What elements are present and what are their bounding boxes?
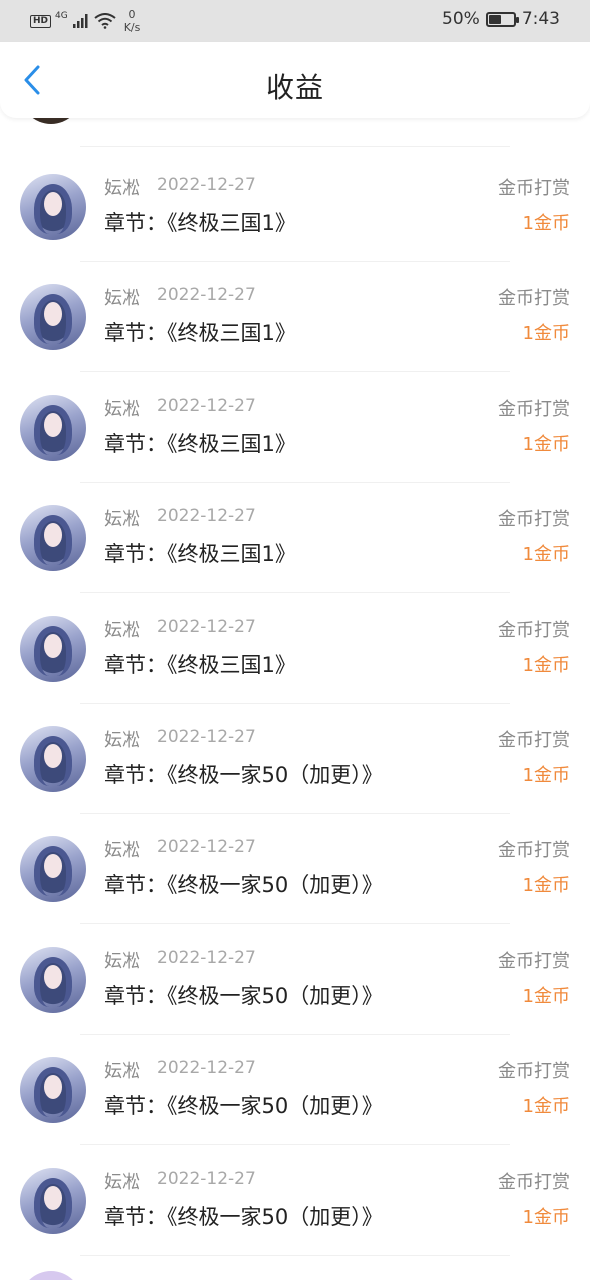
earnings-list[interactable]: 妘凇 2022-12-27 金币打赏 章节：《终极三国1》 1金币 妘凇 2022-12-2… [0,118,590,1280]
user-name: 妘凇 [104,950,140,972]
amount: 1金币 [522,985,570,1007]
record-date: 2022-12-27 [157,175,256,195]
amount: 1金币 [522,1096,570,1118]
user-name: 妘凇 [104,730,140,751]
list-item[interactable]: 妘凇 2022-12-27 金币打赏章节：《终极三国1》 1金币 [0,262,590,373]
chapter-title: 章节：《终极三国1》 [104,431,296,456]
list-item[interactable]: 妘凇 2022-12-27 金币打赏章节：《终极一家50（加更）》 1金币 [0,814,590,925]
user-name: 妘凇 [104,288,140,310]
record-type: 金币打赏 [498,1171,570,1193]
signal-icon [72,14,88,28]
avatar [20,394,86,461]
record-type: 金币打赏 [498,840,570,862]
avatar-face [44,1185,62,1210]
speed-unit: K/s [123,21,141,34]
avatar [20,1167,86,1234]
user-name: 妘凇 [104,840,140,862]
record-type: 金币打赏 [498,1061,570,1083]
avatar [20,1271,82,1280]
amount: 1金币 [522,213,570,234]
avatar [20,836,86,903]
divider [80,1254,510,1256]
chapter-title: 章节：《终极一家50（加更）》 [104,1094,383,1119]
amount: 1金币 [522,875,570,897]
record-date: 2022-12-27 [157,506,256,527]
network-type: 4G [55,11,68,21]
status-right: 50% 7:43 [442,9,560,29]
avatar [20,505,86,572]
chapter-title: 章节：《终极三国1》 [104,321,296,346]
amount: 1金币 [522,654,570,676]
avatar [20,1057,86,1124]
avatar [20,284,86,351]
record-date: 2022-12-27 [157,1168,256,1189]
record-type: 金币打赏 [498,950,570,972]
nav-bar: 收益 [0,42,590,118]
battery-percent: 50% [442,9,480,29]
list-item[interactable]: 妘凇 2022-12-27 金币打赏章节：《终极一家50（加更）》 1金币 [0,704,590,814]
avatar-face [44,633,62,658]
network-speed: 0 K/s [124,8,141,34]
list-item[interactable]: 妘凇 2022-12-27 金币打赏章节：《终极一家50（加更）》 1金币 [0,1035,590,1146]
chapter-title: 章节：《终极一家50（加更）》 [104,1204,383,1229]
amount: 1金币 [522,1206,570,1228]
record-type: 金币打赏 [498,288,570,310]
record-date: 2022-12-27 [157,837,256,858]
divider [80,146,510,147]
user-name: 妘凇 [104,398,140,420]
amount: 1金币 [522,544,570,566]
list-item[interactable]: 妘凇 2022-12-27 金币打赏章节：《终极三国1》 1金币 [0,594,590,704]
speed-value: 0 [128,8,136,21]
chapter-title: 章节：《终极一家50（加更）》 [104,873,383,898]
chapter-title: 章节：《终极三国1》 [104,542,296,567]
avatar-face [44,412,62,437]
chapter-title: 章节：《终极一家50（加更）》 [104,763,383,787]
record-date: 2022-12-27 [157,285,256,306]
list-item[interactable]: 妘凇 2022-12-27 金币打赏章节：《终极三国1》 1金币 [0,483,590,594]
list-item[interactable]: 妘凇 2022-12-27 金币打赏章节：《终极三国1》 1金币 [0,152,590,262]
wifi-icon [94,13,116,29]
battery-icon [485,11,519,27]
avatar-face [44,192,62,216]
record-type: 金币打赏 [498,398,570,420]
record-type: 金币打赏 [498,730,570,751]
amount: 1金币 [522,765,570,786]
record-date: 2022-12-27 [157,947,256,968]
status-left: HD 4G 0 K/s [30,8,140,34]
user-name: 妘凇 [104,1171,140,1193]
record-date: 2022-12-27 [157,727,256,747]
record-date: 2022-12-27 [157,1058,256,1079]
avatar [20,174,86,240]
record-date: 2022-12-27 [157,616,256,637]
status-bar: HD 4G 0 K/s 50% 7:43 [0,0,590,42]
user-name: 妘凇 [104,178,140,199]
chapter-title: 章节：《终极一家50（加更）》 [104,983,383,1008]
avatar-face [44,964,62,989]
avatar [20,726,86,792]
record-type: 金币打赏 [498,178,570,199]
avatar [20,118,82,124]
record-date: 2022-12-27 [157,395,256,416]
avatar [20,615,86,682]
hd-icon: HD [30,14,52,28]
battery-level [488,14,501,24]
list-item[interactable]: 妘凇 2022-12-27 金币打赏章节：《终极一家50（加更）》 1金币 [0,925,590,1035]
avatar-face [44,744,62,768]
user-name: 妘凇 [104,1061,140,1083]
record-type: 金币打赏 [498,619,570,641]
amount: 1金币 [522,323,570,345]
list-item[interactable]: 妘凇 2022-12-27 金币打赏章节：《终极一家50（加更）》 1金币 [0,1146,590,1256]
clock: 7:43 [521,9,560,29]
amount: 1金币 [522,433,570,455]
record-type: 金币打赏 [498,509,570,531]
avatar [20,946,86,1013]
user-name: 妘凇 [104,509,140,531]
user-name: 妘凇 [104,619,140,641]
page-title: 收益 [265,71,324,104]
chapter-title: 章节：《终极三国1》 [104,211,296,235]
list-item[interactable]: 妘凇 2022-12-27 金币打赏章节：《终极三国1》 1金币 [0,373,590,483]
chapter-title: 章节：《终极三国1》 [104,652,296,677]
